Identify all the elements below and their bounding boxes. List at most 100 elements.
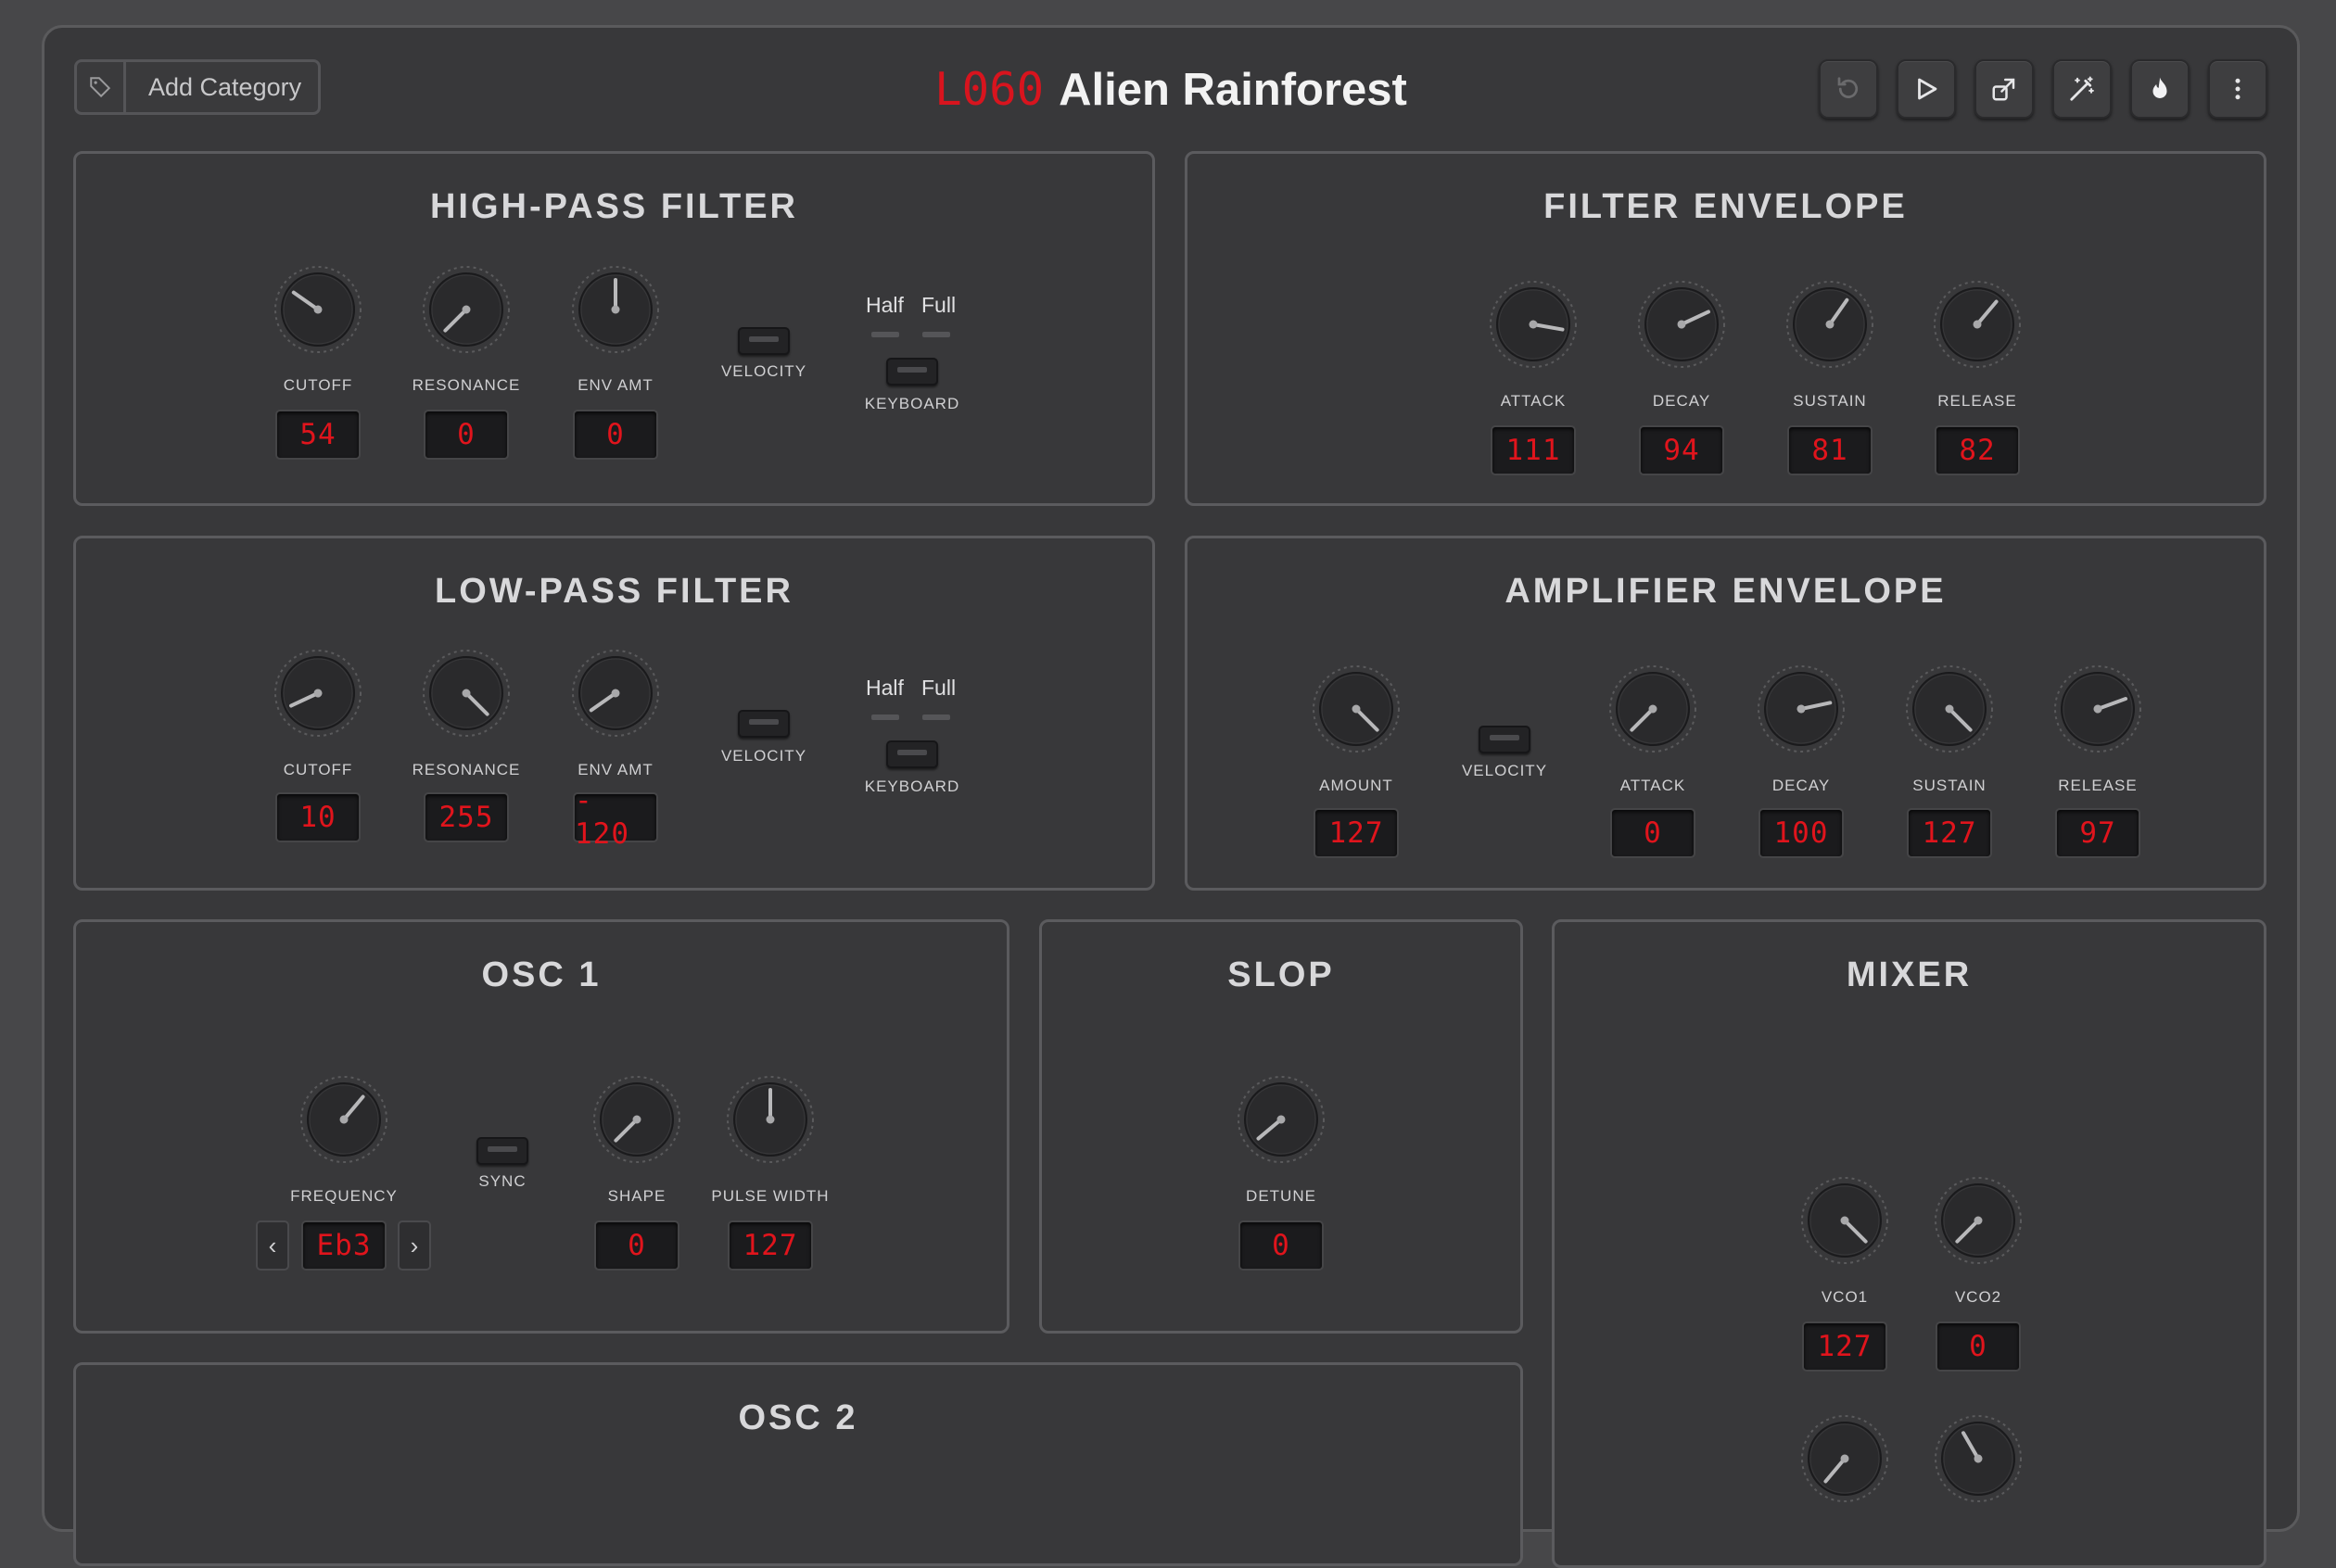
mixer-vco2-display: 0 (1936, 1321, 2021, 1372)
amp-env-release-display: 97 (2055, 808, 2140, 858)
osc1-shape-display: 0 (594, 1220, 679, 1271)
lpf-keyboard-switch[interactable] (886, 740, 938, 768)
undo-button[interactable] (1819, 59, 1878, 119)
panel-title: AMPLIFIER ENVELOPE (1504, 572, 1947, 611)
amp-env-release-knob[interactable] (2052, 664, 2143, 754)
amp-env-sustain-knob[interactable] (1904, 664, 1995, 754)
amplifier-envelope-panel: AMPLIFIER ENVELOPE AMOUNT 127 VELOCITY A… (1185, 536, 2266, 891)
osc1-frequency-label: FREQUENCY (290, 1187, 398, 1205)
hpf-full-label: Full (921, 293, 957, 317)
hpf-keyboard-switch[interactable] (886, 358, 938, 386)
slop-detune-label: DETUNE (1246, 1187, 1316, 1205)
amp-env-attack-knob[interactable] (1607, 664, 1698, 754)
favorite-button[interactable] (2130, 59, 2190, 119)
mixer-vco1-knob[interactable] (1799, 1175, 1890, 1266)
amp-env-attack-display: 0 (1610, 808, 1695, 858)
amp-env-amount-display: 127 (1314, 808, 1399, 858)
filter-env-sustain-display: 81 (1787, 425, 1873, 475)
flame-icon (2152, 77, 2167, 98)
lpf-full-led (922, 714, 950, 720)
filter-env-attack-knob[interactable] (1488, 279, 1579, 370)
hpf-cutoff-knob[interactable] (273, 264, 363, 355)
lpf-velocity-switch[interactable] (738, 710, 790, 738)
panel-title: OSC 1 (481, 955, 602, 994)
amp-env-velocity-switch[interactable] (1479, 726, 1530, 753)
filter-env-release-label: RELEASE (1937, 392, 2017, 410)
hpf-cutoff-display: 54 (275, 410, 361, 460)
mixer-panel: MIXER VCO1 127 VCO2 0 (1552, 919, 2266, 1568)
preset-name: Alien Rainforest (1059, 65, 1407, 115)
filter-env-decay-knob[interactable] (1636, 279, 1727, 370)
amp-env-sustain-display: 127 (1907, 808, 1992, 858)
share-icon (1992, 78, 2015, 101)
panel-title: SLOP (1227, 955, 1335, 994)
lpf-full-label: Full (921, 676, 957, 700)
hpf-resonance-knob[interactable] (421, 264, 512, 355)
play-icon (1918, 78, 1937, 100)
osc1-pulse-width-knob[interactable] (725, 1074, 816, 1165)
osc1-pulse-width-display: 127 (728, 1220, 813, 1271)
amp-env-decay-knob[interactable] (1756, 664, 1847, 754)
osc1-pulse-width-label: PULSE WIDTH (711, 1187, 830, 1205)
amp-env-amount-knob[interactable] (1311, 664, 1402, 754)
filter-env-sustain-knob[interactable] (1784, 279, 1875, 370)
slop-panel: SLOP DETUNE 0 (1039, 919, 1523, 1334)
amp-env-decay-display: 100 (1758, 808, 1844, 858)
osc1-frequency-display: Eb3 (301, 1220, 387, 1271)
osc1-frequency-knob[interactable] (298, 1074, 389, 1165)
hpf-resonance-display: 0 (424, 410, 509, 460)
hpf-keyboard-label: KEYBOARD (864, 395, 960, 412)
hpf-half-label: Half (866, 293, 904, 317)
mixer-vco1-display: 127 (1802, 1321, 1887, 1372)
slop-detune-knob[interactable] (1236, 1074, 1327, 1165)
amp-env-release-label: RELEASE (2058, 777, 2138, 794)
osc1-panel: OSC 1 FREQUENCY ‹ Eb3 › SYNC SHAPE 0 PUL… (73, 919, 1009, 1334)
low-pass-filter-panel: LOW-PASS FILTER CUTOFF 10 RESONANCE 255 … (73, 536, 1155, 891)
panel-title: LOW-PASS FILTER (435, 572, 793, 611)
toolbar (1819, 59, 2267, 119)
mixer-vco2-label: VCO2 (1954, 1288, 2002, 1306)
hpf-half-led (871, 332, 899, 337)
lpf-velocity-label: VELOCITY (720, 747, 807, 765)
hpf-env-amt-display: 0 (573, 410, 658, 460)
high-pass-filter-panel: HIGH-PASS FILTER CUTOFF 54 RESONANCE 0 E… (73, 151, 1155, 506)
hpf-velocity-label: VELOCITY (720, 362, 807, 380)
osc1-shape-knob[interactable] (591, 1074, 682, 1165)
lpf-half-label: Half (866, 676, 904, 700)
more-vertical-icon (2235, 78, 2241, 100)
lpf-resonance-display: 255 (424, 792, 509, 842)
filter-env-release-knob[interactable] (1932, 279, 2023, 370)
more-button[interactable] (2208, 59, 2267, 119)
hpf-velocity-switch[interactable] (738, 327, 790, 355)
magic-wand-icon (2070, 76, 2094, 101)
hpf-env-amt-knob[interactable] (570, 264, 661, 355)
mixer-vco2-knob[interactable] (1933, 1175, 2024, 1266)
filter-envelope-panel: FILTER ENVELOPE ATTACK 111 DECAY 94 SUST… (1185, 151, 2266, 506)
lpf-half-led (871, 714, 899, 720)
osc1-frequency-next-button[interactable]: › (398, 1220, 431, 1271)
slop-detune-display: 0 (1238, 1220, 1324, 1271)
randomize-button[interactable] (2052, 59, 2112, 119)
play-button[interactable] (1897, 59, 1956, 119)
share-button[interactable] (1974, 59, 2034, 119)
lpf-env-amt-knob[interactable] (570, 648, 661, 739)
filter-env-decay-display: 94 (1639, 425, 1724, 475)
lpf-cutoff-knob[interactable] (273, 648, 363, 739)
lpf-cutoff-display: 10 (275, 792, 361, 842)
lpf-resonance-knob[interactable] (421, 648, 512, 739)
osc2-panel: OSC 2 (73, 1362, 1523, 1566)
lpf-keyboard-label: KEYBOARD (864, 778, 960, 795)
filter-env-attack-display: 111 (1491, 425, 1576, 475)
panel-title: FILTER ENVELOPE (1543, 187, 1908, 226)
lpf-env-amt-display: - 120 (573, 784, 658, 851)
panel-title: HIGH-PASS FILTER (429, 187, 799, 226)
osc1-frequency-prev-button[interactable]: ‹ (256, 1220, 289, 1271)
panel-title: OSC 2 (738, 1398, 858, 1437)
synth-editor-window: Add Category L060 Alien Rainforest HIGH-P… (42, 25, 2300, 1568)
preset-number: L060 (934, 63, 1045, 116)
mixer-knob[interactable] (1933, 1413, 2024, 1504)
mixer-knob[interactable] (1799, 1413, 1890, 1504)
filter-env-release-display: 82 (1935, 425, 2020, 475)
hpf-full-led (922, 332, 950, 337)
osc1-sync-switch[interactable] (476, 1137, 528, 1165)
